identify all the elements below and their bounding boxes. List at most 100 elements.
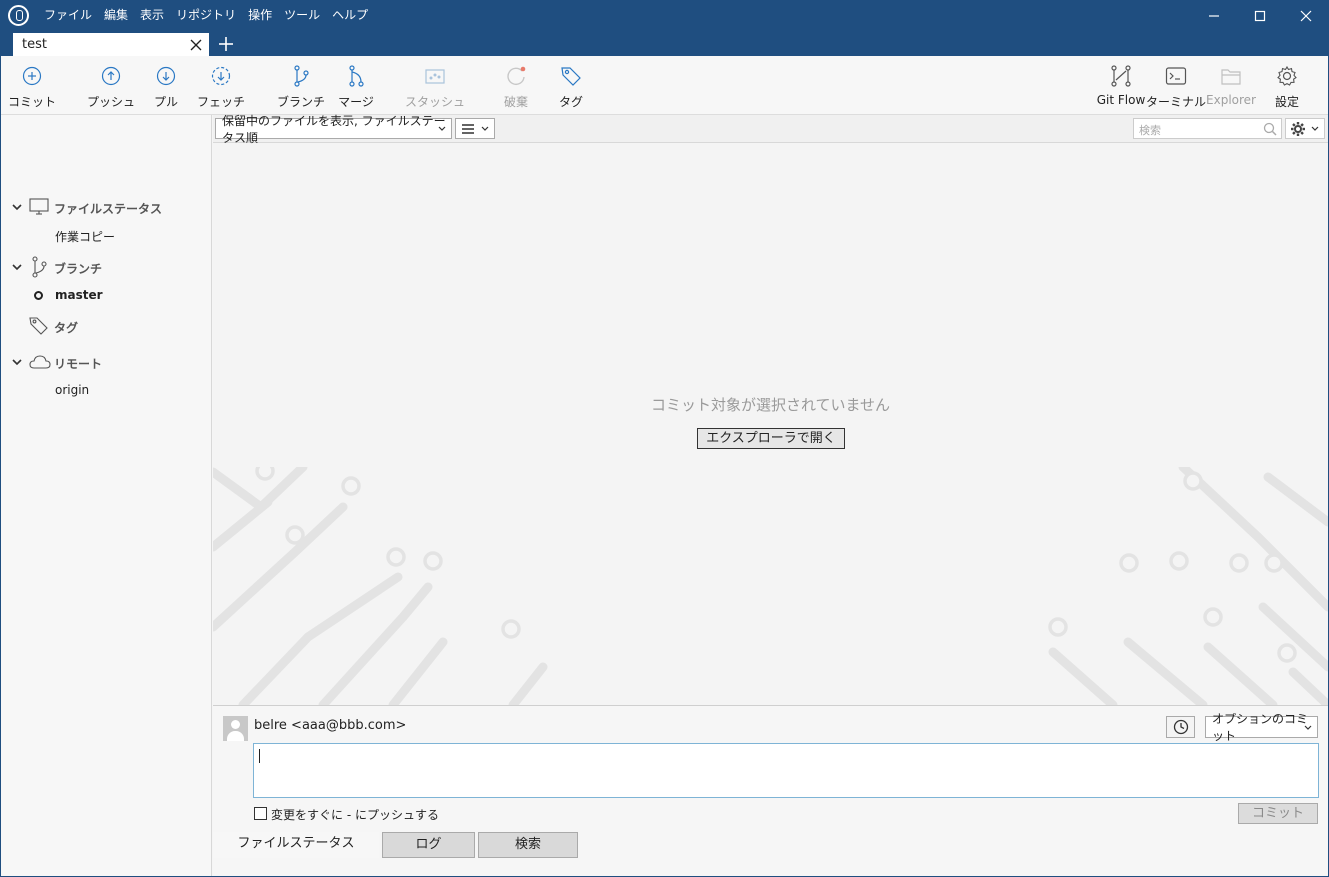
merge-toolbar-button[interactable]: マージ — [324, 65, 388, 110]
file-view-dropdown[interactable]: 保留中のファイルを表示, ファイルステータス順 — [215, 114, 452, 145]
file-view-dropdown-value: 保留中のファイルを表示, ファイルステータス順 — [222, 113, 446, 145]
commit-message-input[interactable] — [253, 743, 1319, 798]
sidebar-section-file-status[interactable]: ファイルステータス — [1, 196, 212, 218]
branch-icon — [32, 256, 47, 278]
sidebar-section-tags[interactable]: タグ — [1, 315, 212, 337]
settings-toolbar-button[interactable]: 設定 — [1255, 65, 1319, 110]
close-icon — [1300, 10, 1312, 22]
sidebar-item-origin[interactable]: origin — [1, 379, 212, 401]
tag-label: タグ — [558, 95, 583, 109]
commit-panel: belre <aaa@bbb.com> オプションのコミット 変更をすぐに - … — [213, 705, 1328, 876]
avatar — [223, 716, 248, 741]
sidebar-item-working-copy[interactable]: 作業コピー — [1, 224, 212, 246]
repository-tab[interactable]: test — [12, 32, 210, 56]
menu-actions[interactable]: 操作 — [242, 7, 278, 23]
explorer-folder-icon — [1220, 65, 1242, 87]
plus-icon — [219, 37, 233, 51]
list-view-dropdown[interactable] — [455, 118, 495, 139]
push-label: プッシュ — [86, 95, 135, 109]
fetch-arrow-down-dashed-icon — [210, 65, 232, 87]
main-panel: 保留中のファイルを表示, ファイルステータス順 検索 コミット対象が選択されてい… — [213, 114, 1328, 876]
commit-history-button[interactable] — [1166, 716, 1195, 738]
tab-file-status[interactable]: ファイルステータス — [213, 832, 379, 858]
tag-icon — [560, 65, 582, 87]
title-bar: ファイル 編集 表示 リポジトリ 操作 ツール ヘルプ — [0, 0, 1329, 32]
search-placeholder: 検索 — [1139, 124, 1161, 137]
new-tab-button[interactable] — [218, 33, 234, 52]
sidebar-item-master-label: master — [55, 288, 103, 302]
push-immediately-label: 変更をすぐに - にプッシュする — [271, 808, 439, 822]
push-immediately-checkbox[interactable] — [254, 807, 267, 820]
bottom-tab-bar: ファイルステータス ログ 検索 — [213, 832, 1328, 859]
tag-icon — [29, 317, 48, 335]
sidebar-tags-label: タグ — [54, 321, 79, 335]
gear-icon — [1276, 65, 1298, 87]
sidebar: ファイルステータス 作業コピー ブランチ master タグ リモート orig… — [1, 115, 212, 876]
stash-label: スタッシュ — [404, 95, 465, 109]
sourcetree-logo-icon — [8, 5, 29, 26]
chevron-down-icon[interactable] — [11, 356, 23, 368]
sidebar-section-branches[interactable]: ブランチ — [1, 256, 212, 278]
chevron-down-icon — [438, 126, 446, 131]
merge-icon — [345, 65, 367, 87]
terminal-icon — [1165, 65, 1187, 87]
stash-icon — [424, 65, 446, 87]
sidebar-item-master[interactable]: master — [1, 284, 212, 306]
terminal-label: ターミナル — [1145, 95, 1206, 109]
settings-label: 設定 — [1274, 95, 1299, 109]
tab-close-icon[interactable] — [189, 36, 203, 52]
menu-bar: ファイル 編集 表示 リポジトリ 操作 ツール ヘルプ — [38, 7, 374, 23]
repository-tab-label: test — [22, 37, 47, 52]
explorer-toolbar-button[interactable]: Explorer — [1199, 65, 1263, 107]
sidebar-file-status-label: ファイルステータス — [54, 202, 163, 216]
text-caret — [259, 749, 260, 763]
sidebar-item-origin-label: origin — [55, 383, 90, 397]
menu-view[interactable]: 表示 — [134, 7, 170, 23]
commit-author: belre <aaa@bbb.com> — [254, 718, 407, 733]
close-window-button[interactable] — [1283, 0, 1329, 32]
gear-icon — [1291, 122, 1305, 136]
menu-tools[interactable]: ツール — [278, 7, 326, 23]
branch-label: ブランチ — [276, 95, 325, 109]
discard-label: 破棄 — [503, 95, 528, 109]
menu-file[interactable]: ファイル — [38, 7, 98, 23]
menu-edit[interactable]: 編集 — [98, 7, 134, 23]
current-branch-icon — [34, 291, 43, 300]
sidebar-section-remotes[interactable]: リモート — [1, 351, 212, 373]
monitor-icon — [29, 198, 49, 215]
pull-label: プル — [153, 95, 178, 109]
branch-icon — [290, 65, 312, 87]
tab-search[interactable]: 検索 — [478, 832, 578, 858]
commit-button[interactable]: コミット — [1238, 803, 1318, 824]
chevron-down-icon[interactable] — [11, 201, 23, 213]
commit-label: コミット — [7, 95, 56, 109]
repository-tab-bar: test — [0, 32, 1329, 56]
stash-toolbar-button[interactable]: スタッシュ — [403, 65, 467, 110]
clock-icon — [1173, 719, 1188, 735]
tab-log[interactable]: ログ — [382, 832, 475, 858]
maximize-button[interactable] — [1237, 0, 1283, 32]
fetch-label: フェッチ — [196, 95, 245, 109]
menu-repository[interactable]: リポジトリ — [170, 7, 242, 23]
fetch-toolbar-button[interactable]: フェッチ — [189, 65, 253, 110]
circuit-background-decoration — [213, 467, 1328, 705]
gitflow-label: Git Flow — [1096, 93, 1146, 107]
commit-options-dropdown[interactable]: オプションのコミット — [1205, 712, 1318, 743]
cloud-icon — [29, 355, 51, 369]
search-input[interactable]: 検索 — [1133, 118, 1282, 139]
filter-settings-dropdown[interactable] — [1285, 118, 1325, 139]
commit-toolbar-button[interactable]: コミット — [0, 65, 64, 110]
merge-label: マージ — [338, 95, 374, 109]
list-icon — [462, 123, 474, 134]
gitflow-icon — [1110, 65, 1132, 87]
tag-toolbar-button[interactable]: タグ — [539, 65, 603, 110]
explorer-label: Explorer — [1206, 93, 1256, 107]
minimize-button[interactable] — [1191, 0, 1237, 32]
push-arrow-up-icon — [100, 65, 122, 87]
menu-help[interactable]: ヘルプ — [326, 7, 374, 23]
chevron-down-icon — [481, 126, 489, 131]
chevron-down-icon[interactable] — [11, 261, 23, 273]
open-in-explorer-button[interactable]: エクスプローラで開く — [697, 428, 845, 449]
no-commit-selected-message: コミット対象が選択されていません — [650, 396, 891, 414]
commit-plus-icon — [21, 65, 43, 87]
